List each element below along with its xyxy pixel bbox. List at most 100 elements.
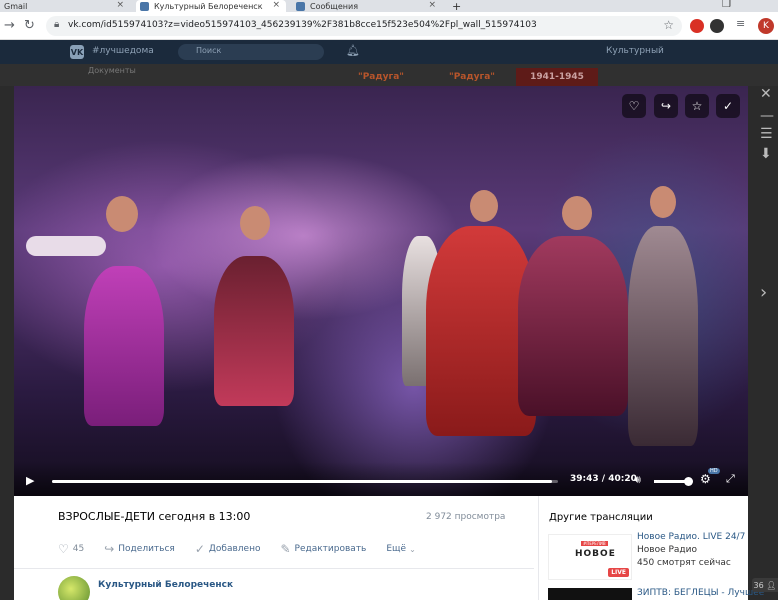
- progress-fill: [52, 480, 552, 483]
- divider: [14, 568, 534, 569]
- performer-figure: [214, 256, 294, 406]
- close-viewer-icon[interactable]: ✕: [760, 86, 772, 102]
- play-icon[interactable]: ▶: [26, 474, 34, 487]
- vk-search-input[interactable]: Поиск: [178, 44, 324, 60]
- related-title: Другие трансляции: [549, 512, 653, 523]
- new-tab-button[interactable]: +: [448, 0, 468, 13]
- browser-toolbar: → ↻ 🔒︎ vk.com/id515974103?z=video5159741…: [0, 12, 778, 40]
- radio-logo: НОВОЕ: [575, 549, 616, 559]
- live-badge: LIVE: [608, 568, 629, 577]
- messages-favicon-icon: [296, 1, 305, 11]
- address-bar[interactable]: 🔒︎ vk.com/id515974103?z=video515974103_4…: [46, 16, 682, 36]
- extension-icon[interactable]: [710, 19, 724, 33]
- volume-knob[interactable]: [684, 477, 693, 486]
- share-arrow-icon: ↪: [104, 542, 115, 556]
- vk-header: VK #лучшедома Поиск 🔔︎ Культурный: [0, 40, 778, 64]
- video-info-panel: ВЗРОСЛЫЕ-ДЕТИ сегодня в 13:00 2 972 прос…: [14, 496, 764, 600]
- like-button[interactable]: ♡ 45: [58, 542, 84, 556]
- share-video-button[interactable]: ↪: [654, 94, 678, 118]
- divider: [538, 496, 539, 600]
- volume-icon[interactable]: 🔊︎: [634, 473, 641, 487]
- volume-slider[interactable]: [654, 477, 693, 486]
- performer-head: [106, 196, 138, 232]
- progress-bar[interactable]: [52, 480, 558, 483]
- performer-head: [240, 206, 270, 240]
- related-thumbnail[interactable]: [548, 588, 632, 600]
- favorite-video-button[interactable]: ☆: [685, 94, 709, 118]
- banner-raduga-2: "Радуга": [449, 72, 495, 82]
- tab-messages[interactable]: Сообщения ×: [292, 0, 442, 12]
- performer-figure: [518, 236, 628, 416]
- time-display: 39:43 / 40:20: [570, 474, 637, 484]
- settings-gear-icon[interactable]: ⚙: [700, 472, 711, 486]
- next-video-chevron-icon[interactable]: ›: [760, 282, 767, 303]
- close-icon[interactable]: ×: [116, 0, 124, 10]
- restore-window-icon[interactable]: ❐: [722, 0, 731, 10]
- video-title: ВЗРОСЛЫЕ-ДЕТИ сегодня в 13:00: [58, 510, 251, 523]
- channel-avatar[interactable]: [58, 576, 90, 600]
- viewer-counter: 36 👤︎: [752, 578, 778, 592]
- like-count: 45: [72, 544, 85, 554]
- related-thumbnail[interactable]: #ПЕРЕЛИВ НОВОЕ LIVE: [548, 534, 632, 580]
- performer-figure: [628, 226, 698, 446]
- minimize-viewer-icon[interactable]: —: [760, 108, 774, 124]
- star-icon: ☆: [691, 99, 703, 113]
- volume-fill: [654, 480, 688, 483]
- check-icon: ✓: [722, 99, 734, 113]
- documents-link: Документы: [88, 66, 136, 75]
- heart-icon: ♡: [58, 542, 69, 556]
- lock-icon: 🔒︎: [54, 19, 60, 30]
- close-icon[interactable]: ×: [272, 0, 280, 10]
- performer-head: [562, 196, 592, 230]
- header-user-name[interactable]: Культурный: [606, 46, 664, 56]
- download-arrow-icon[interactable]: ⬇: [760, 146, 772, 162]
- performer-arm: [26, 236, 106, 256]
- profile-avatar[interactable]: K: [758, 18, 774, 34]
- more-button[interactable]: Ещё ⌄: [386, 544, 419, 554]
- banner-1941-1945: 1941-1945: [516, 68, 598, 86]
- related-item-title[interactable]: ЗИПТВ: БЕГЛЕЦЫ - Лучшее: [637, 588, 764, 598]
- reload-icon[interactable]: ↻: [24, 18, 35, 33]
- tab-gmail[interactable]: Gmail ×: [0, 0, 130, 12]
- performer-head: [470, 190, 498, 222]
- video-actions: ♡ 45 ↪ Поделиться ✓ Добавлено ✎ Редактир…: [58, 542, 440, 556]
- related-item-author[interactable]: Новое Радио: [637, 545, 697, 555]
- added-video-button[interactable]: ✓: [716, 94, 740, 118]
- views-count: 2 972 просмотра: [426, 512, 506, 522]
- quality-badge: HD: [708, 468, 720, 474]
- edit-button[interactable]: ✎ Редактировать: [280, 542, 366, 556]
- close-icon[interactable]: ×: [428, 0, 436, 10]
- share-button[interactable]: ↪ Поделиться: [104, 542, 175, 556]
- fullscreen-icon[interactable]: ⤢: [726, 472, 735, 486]
- performer-figure: [84, 266, 164, 426]
- media-queue-icon[interactable]: ≡: [736, 17, 745, 30]
- channel-name[interactable]: Культурный Белореченск: [98, 580, 233, 590]
- person-icon: 👤︎: [766, 580, 777, 590]
- heart-icon: ♡: [628, 99, 640, 113]
- pencil-icon: ✎: [280, 542, 291, 556]
- thumb-tag: #ПЕРЕЛИВ: [581, 541, 608, 546]
- banner-raduga-1: "Радуга": [358, 72, 404, 82]
- tab-label: Культурный Белореченск: [154, 1, 263, 11]
- browser-tab-strip: Gmail × Культурный Белореченск × Сообщен…: [0, 0, 778, 13]
- notifications-bell-icon[interactable]: 🔔︎: [346, 44, 360, 57]
- vk-favicon-icon: [140, 1, 149, 11]
- added-button[interactable]: ✓ Добавлено: [195, 542, 261, 556]
- tab-label: Сообщения: [310, 1, 359, 11]
- vk-logo-icon[interactable]: VK: [70, 45, 84, 59]
- url-text: vk.com/id515974103?z=video515974103_4562…: [68, 20, 537, 30]
- hashtag-link[interactable]: #лучшедома: [92, 46, 154, 56]
- extension-abp-icon[interactable]: [690, 19, 704, 33]
- chevron-down-icon: ⌄: [409, 544, 416, 554]
- bookmark-star-icon[interactable]: ☆: [663, 18, 674, 32]
- player-controls: ▶ 39:43 / 40:20 🔊︎ ⚙ HD ⤢: [14, 462, 748, 496]
- back-arrow-icon[interactable]: →: [4, 18, 15, 33]
- check-icon: ✓: [194, 542, 205, 556]
- tab-vk[interactable]: Культурный Белореченск ×: [136, 0, 286, 12]
- playlist-icon[interactable]: ☰: [760, 126, 773, 142]
- related-item-title[interactable]: Новое Радио. LIVE 24/7: [637, 532, 745, 542]
- dimmed-page-background: Документы "Радуга" "Радуга" 1941-1945: [0, 64, 778, 86]
- like-video-button[interactable]: ♡: [622, 94, 646, 118]
- video-player[interactable]: ♡ ↪ ☆ ✓ ▶ 39:43 / 40:20 🔊︎ ⚙ HD ⤢: [14, 86, 748, 496]
- tab-label: Gmail: [4, 1, 28, 11]
